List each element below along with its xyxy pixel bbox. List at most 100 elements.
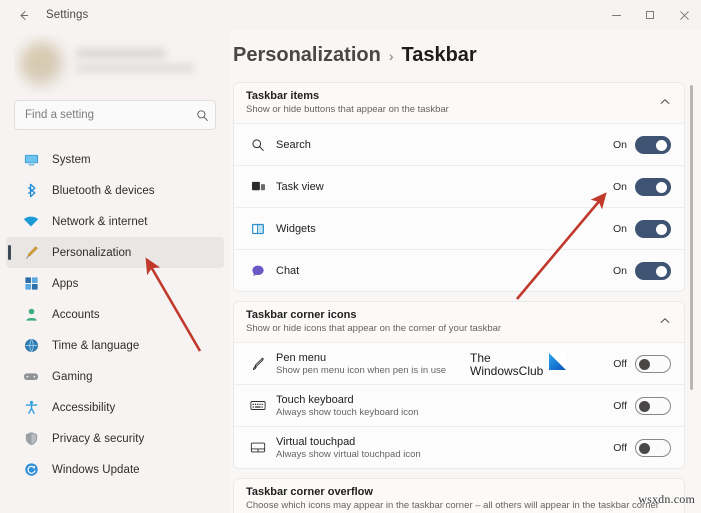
sidebar: Find a setting System Bluetooth & device… [0,30,230,513]
toggle-touch-keyboard[interactable] [635,396,671,415]
update-icon [20,462,42,477]
apps-icon [20,276,42,291]
sidebar-item-network-internet[interactable]: Network & internet [6,206,224,237]
search-input[interactable]: Find a setting [14,100,216,130]
section-header[interactable]: Taskbar corner overflow Choose which ico… [234,479,684,513]
table-row[interactable]: Touch keyboard Always show touch keyboar… [234,384,684,426]
row-title: Task view [276,180,324,193]
avatar [20,42,64,86]
window-controls [599,0,701,30]
toggle-virtual-touchpad[interactable] [635,438,671,457]
user-name-blurred [76,49,166,58]
row-control: Off [613,354,671,373]
sidebar-item-time-language[interactable]: Time & language [6,330,224,361]
sidebar-item-apps[interactable]: Apps [6,268,224,299]
toggle-task-view[interactable] [635,177,671,196]
sidebar-item-windows-update[interactable]: Windows Update [6,454,224,485]
sidebar-item-accounts[interactable]: Accounts [6,299,224,330]
sidebar-item-label: Privacy & security [52,432,145,445]
sidebar-item-label: Accounts [52,308,100,321]
row-subtitle: Always show touch keyboard icon [276,406,419,418]
user-email-blurred [76,64,194,72]
maximize-button[interactable] [633,0,667,30]
breadcrumb-parent[interactable]: Personalization [233,44,381,67]
settings-window: Settings Find a setting System Bluetooth… [0,0,701,513]
toggle-knob [656,265,667,277]
toggle-state-label: Off [613,441,627,454]
sidebar-item-label: Apps [52,277,79,290]
accessibility-icon [20,400,42,415]
toggle-knob [656,139,667,151]
section-subtitle: Show or hide icons that appear on the co… [246,323,502,334]
toggle-pen-menu[interactable] [635,354,671,373]
bluetooth-icon [20,183,42,198]
back-arrow-icon [20,10,28,20]
account-icon [20,307,42,322]
toggle-knob [639,442,650,454]
user-profile[interactable] [14,34,216,94]
row-title: Search [276,138,311,151]
minimize-icon [611,14,621,16]
scrollbar[interactable] [690,85,693,390]
toggle-state-label: On [612,264,627,277]
main-content: Personalization › Taskbar Taskbar items … [230,30,701,513]
monitor-icon [20,152,42,167]
sidebar-item-accessibility[interactable]: Accessibility [6,392,224,423]
toggle-state-label: On [612,138,627,151]
row-subtitle: Always show virtual touchpad icon [276,448,421,460]
toggle-search[interactable] [635,135,671,154]
sidebar-item-label: Time & language [52,339,140,352]
gamepad-icon [20,369,42,384]
section-subtitle: Choose which icons may appear in the tas… [246,500,659,511]
search-icon [248,135,268,155]
sidebar-item-label: System [52,153,91,166]
search-icon [189,109,215,122]
minimize-button[interactable] [599,0,633,30]
back-button[interactable] [8,0,38,30]
close-button[interactable] [667,0,701,30]
table-row[interactable]: Virtual touchpad Always show virtual tou… [234,426,684,468]
table-row[interactable]: Widgets On [234,207,684,249]
breadcrumb-separator: › [388,48,394,64]
row-title: Chat [276,264,300,277]
sidebar-item-label: Bluetooth & devices [52,184,155,197]
wifi-icon [20,214,42,229]
section-title: Taskbar corner icons [246,309,357,321]
row-control: On [612,261,671,280]
row-title: Widgets [276,222,316,235]
clock-globe-icon [20,338,42,353]
table-row[interactable]: Search On [234,123,684,165]
sidebar-item-personalization[interactable]: Personalization [6,237,224,268]
shield-icon [20,431,42,446]
toggle-widgets[interactable] [635,219,671,238]
sidebar-item-system[interactable]: System [6,144,224,175]
sidebar-item-label: Personalization [52,246,132,259]
table-row[interactable]: Pen menu Show pen menu icon when pen is … [234,342,684,384]
title-bar: Settings [0,0,701,30]
row-subtitle: Show pen menu icon when pen is in use [276,364,447,376]
sidebar-item-privacy-security[interactable]: Privacy & security [6,423,224,454]
section-title: Taskbar items [246,90,320,102]
window-title: Settings [46,9,89,21]
chevron-up-icon[interactable] [659,314,671,326]
watermark-wsxdn: wsxdn.com [638,492,695,506]
section-taskbar-corner-icons: Taskbar corner icons Show or hide icons … [233,301,685,469]
chevron-up-icon[interactable] [659,95,671,107]
toggle-state-label: On [612,222,627,235]
section-header[interactable]: Taskbar corner icons Show or hide icons … [234,302,684,342]
sidebar-item-label: Accessibility [52,401,116,414]
toggle-knob [639,358,650,370]
section-taskbar-corner-overflow: Taskbar corner overflow Choose which ico… [233,478,685,513]
sidebar-item-label: Gaming [52,370,93,383]
toggle-chat[interactable] [635,261,671,280]
sidebar-item-gaming[interactable]: Gaming [6,361,224,392]
section-taskbar-items: Taskbar items Show or hide buttons that … [233,82,685,292]
section-header[interactable]: Taskbar items Show or hide buttons that … [234,83,684,123]
row-title: Virtual touchpad [276,435,356,448]
chat-icon [248,261,268,281]
row-control: On [612,135,671,154]
table-row[interactable]: Task view On [234,165,684,207]
table-row[interactable]: Chat On [234,249,684,291]
breadcrumb: Personalization › Taskbar [230,30,701,67]
sidebar-item-bluetooth-devices[interactable]: Bluetooth & devices [6,175,224,206]
